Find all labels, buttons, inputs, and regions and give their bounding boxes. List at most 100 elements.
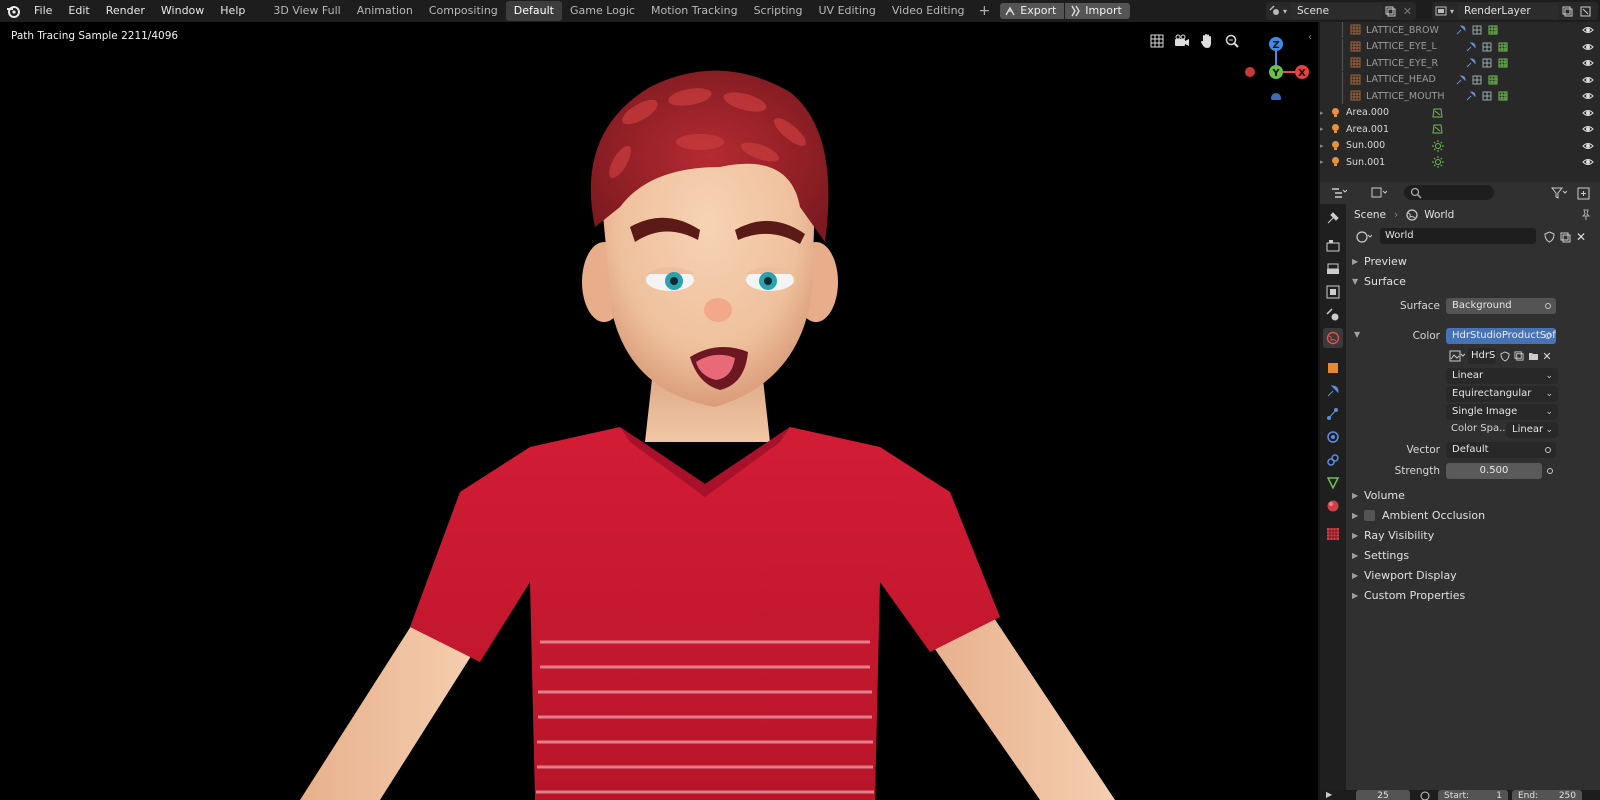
import-button[interactable]: Import	[1065, 3, 1130, 19]
outliner-row[interactable]: ▸ Area.000	[1320, 105, 1600, 121]
menu-edit[interactable]: Edit	[60, 0, 97, 22]
end-frame-field[interactable]: End: 250	[1512, 790, 1582, 800]
image-open-icon[interactable]	[1526, 348, 1540, 364]
tab-3d-view-full[interactable]: 3D View Full	[265, 1, 348, 21]
image-unlink-icon[interactable]: ✕	[1540, 348, 1554, 364]
modifier-wrench-icon[interactable]	[1456, 74, 1466, 88]
strength-socket-icon[interactable]	[1547, 468, 1553, 474]
lattice-grid-icon[interactable]	[1498, 91, 1508, 104]
tab-compositing[interactable]: Compositing	[421, 1, 506, 21]
visibility-eye-icon[interactable]	[1582, 74, 1594, 86]
visibility-eye-icon[interactable]	[1582, 57, 1594, 69]
interpolation-select[interactable]: Linear ⌄	[1446, 368, 1558, 384]
delete-scene-icon[interactable]: ✕	[1399, 3, 1416, 19]
outliner-row[interactable]: ▸ Area.001	[1320, 121, 1600, 137]
tab-motion-tracking[interactable]: Motion Tracking	[643, 1, 746, 21]
axis-gizmo[interactable]: Z X Y	[1240, 30, 1310, 100]
lattice-grid-icon[interactable]	[1488, 25, 1498, 38]
sidebar-toggle-icon[interactable]: ‹	[1308, 32, 1312, 43]
outliner-row[interactable]: LATTICE_MOUTH	[1320, 88, 1600, 104]
menu-window[interactable]: Window	[153, 0, 212, 22]
visibility-eye-icon[interactable]	[1582, 41, 1594, 53]
tab-uv-editing[interactable]: UV Editing	[811, 1, 884, 21]
surface-shader-field[interactable]: Background	[1446, 298, 1556, 314]
color-texture-field[interactable]: HdrStudioProductSof...	[1446, 328, 1556, 344]
world-browse-icon[interactable]	[1352, 229, 1376, 245]
grid-icon[interactable]	[1148, 32, 1166, 50]
data-tab-icon[interactable]	[1323, 473, 1343, 493]
visibility-eye-icon[interactable]	[1582, 107, 1594, 119]
visibility-eye-icon[interactable]	[1582, 123, 1594, 135]
start-frame-field[interactable]: Start: 1	[1438, 790, 1508, 800]
modifier-wrench-icon[interactable]	[1466, 58, 1476, 71]
tool-tab-icon[interactable]	[1323, 208, 1343, 228]
tab-default[interactable]: Default	[505, 1, 562, 21]
lattice-data-icon[interactable]	[1482, 58, 1492, 71]
pin-icon[interactable]	[1580, 209, 1592, 221]
expand-arrow-icon[interactable]: ▸	[1320, 158, 1324, 166]
panel-preview[interactable]: ▶ Preview	[1352, 252, 1407, 270]
expand-arrow-icon[interactable]: ▸	[1320, 142, 1324, 150]
modifier-wrench-icon[interactable]	[1466, 91, 1476, 104]
duplicate-render-layer-icon[interactable]	[1558, 3, 1576, 19]
breadcrumb-scene[interactable]: Scene	[1354, 209, 1386, 221]
scene-selector[interactable]: ▾ Scene ✕	[1266, 2, 1416, 20]
panel-custom-properties[interactable]: ▶ Custom Properties	[1352, 586, 1465, 604]
outliner-row[interactable]: ▸ Sun.001	[1320, 154, 1600, 170]
editor-type-icon[interactable]	[1366, 185, 1392, 201]
outliner-row[interactable]: LATTICE_BROW	[1320, 22, 1600, 38]
expand-arrow-icon[interactable]: ▸	[1320, 125, 1324, 133]
expand-arrow-icon[interactable]: ▸	[1320, 109, 1324, 117]
neg-z-axis-icon[interactable]	[1271, 93, 1281, 100]
duplicate-scene-icon[interactable]	[1382, 3, 1399, 19]
lattice-grid-icon[interactable]	[1498, 42, 1508, 55]
image-fake-user-icon[interactable]	[1498, 348, 1512, 364]
export-button[interactable]: Export	[1000, 3, 1065, 19]
lattice-grid-icon[interactable]	[1498, 58, 1508, 71]
render-tab-icon[interactable]	[1323, 236, 1343, 256]
material-tab-icon[interactable]	[1323, 496, 1343, 516]
area-light-data-icon[interactable]	[1432, 124, 1443, 137]
unlink-world-icon[interactable]: ✕	[1572, 229, 1590, 245]
render-layer-selector[interactable]: ▾ RenderLayer	[1432, 2, 1598, 20]
image-duplicate-icon[interactable]	[1512, 348, 1526, 364]
physics-tab-icon[interactable]	[1323, 427, 1343, 447]
area-light-data-icon[interactable]	[1432, 108, 1443, 121]
blender-logo-icon[interactable]	[4, 2, 22, 20]
world-name-field[interactable]: World	[1380, 228, 1536, 244]
neg-x-axis-icon[interactable]	[1245, 67, 1255, 77]
view-layer-tab-icon[interactable]	[1323, 282, 1343, 302]
render-layer-field[interactable]: RenderLayer	[1458, 3, 1559, 19]
lattice-data-icon[interactable]	[1482, 42, 1492, 55]
current-frame-field[interactable]: 25	[1356, 790, 1410, 800]
outliner-row[interactable]: LATTICE_EYE_L	[1320, 38, 1600, 55]
world-tab-icon[interactable]	[1323, 328, 1343, 348]
texture-tab-icon[interactable]	[1323, 524, 1343, 544]
tab-video-editing[interactable]: Video Editing	[884, 1, 973, 21]
breadcrumb-world[interactable]: World	[1424, 209, 1454, 221]
add-workspace-button[interactable]: +	[973, 3, 997, 19]
menu-help[interactable]: Help	[212, 0, 253, 22]
color-space-select[interactable]: Linear ⌄	[1506, 422, 1558, 438]
particles-tab-icon[interactable]	[1323, 404, 1343, 424]
panel-settings[interactable]: ▶ Settings	[1352, 546, 1409, 564]
lattice-data-icon[interactable]	[1472, 25, 1482, 38]
menu-render[interactable]: Render	[98, 0, 153, 22]
menu-file[interactable]: File	[26, 0, 60, 22]
constraints-tab-icon[interactable]	[1323, 450, 1343, 470]
lattice-grid-icon[interactable]	[1488, 75, 1498, 88]
visibility-eye-icon[interactable]	[1582, 24, 1594, 36]
outliner-row[interactable]: ▸ Sun.000	[1320, 138, 1600, 154]
tab-game-logic[interactable]: Game Logic	[562, 1, 643, 21]
image-browse-icon[interactable]	[1446, 348, 1468, 364]
visibility-eye-icon[interactable]	[1582, 140, 1594, 152]
scene-name-field[interactable]: Scene	[1291, 3, 1382, 19]
tab-scripting[interactable]: Scripting	[746, 1, 811, 21]
object-tab-icon[interactable]	[1323, 358, 1343, 378]
sun-light-data-icon[interactable]	[1432, 139, 1444, 155]
strength-slider[interactable]: 0.500	[1446, 463, 1542, 479]
panel-ray-visibility[interactable]: ▶ Ray Visibility	[1352, 526, 1434, 544]
hand-pan-icon[interactable]	[1198, 32, 1216, 50]
output-tab-icon[interactable]	[1323, 259, 1343, 279]
modifier-wrench-icon[interactable]	[1456, 25, 1466, 38]
